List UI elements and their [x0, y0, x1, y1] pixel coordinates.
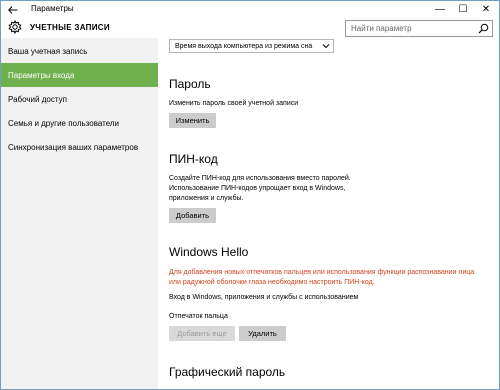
search-input[interactable] [346, 21, 476, 36]
require-signin-dropdown[interactable]: Время выхода компьютера из режима сна [169, 39, 334, 53]
pin-description-line-2: Использование ПИН-кодов упрощает вход в … [169, 185, 346, 192]
change-password-button[interactable]: Изменить [169, 113, 216, 128]
chevron-down-icon [322, 44, 330, 49]
pin-description-line-1: Создайте ПИН-код для использования вмест… [169, 175, 351, 182]
settings-header: УЧЕТНЫЕ ЗАПИСИ [1, 18, 499, 38]
windows-hello-warning-line-2: или радужной оболочки глаза необходимо н… [169, 279, 375, 286]
sidebar-item-sign-in-options[interactable]: Параметры входа [1, 63, 158, 87]
dropdown-value: Время выхода компьютера из режима сна [175, 42, 313, 50]
search-icon[interactable] [478, 23, 489, 34]
main-content: Время выхода компьютера из режима сна Па… [158, 38, 499, 389]
pin-description-line-3: приложения и службы. [169, 195, 244, 202]
picture-password-heading: Графический пароль [169, 365, 286, 379]
password-heading: Пароль [169, 77, 211, 91]
password-description: Изменить пароль своей учетной записи [169, 100, 299, 107]
maximize-button[interactable]: ☐ [452, 1, 474, 18]
windows-hello-description: Вход в Windows, приложения и службы с ис… [169, 294, 359, 301]
add-fingerprint-button[interactable]: Добавить еще [169, 326, 235, 341]
add-pin-button[interactable]: Добавить [169, 208, 216, 223]
sidebar-item-family[interactable]: Семья и другие пользователи [1, 111, 158, 135]
title-bar: Параметры — ☐ ✕ [1, 1, 499, 18]
sidebar-item-work-access[interactable]: Рабочий доступ [1, 87, 158, 111]
close-button[interactable]: ✕ [475, 1, 497, 18]
remove-fingerprint-button[interactable]: Удалить [239, 326, 286, 341]
sidebar-item-sync[interactable]: Синхронизация ваших параметров [1, 135, 158, 159]
minimize-button[interactable]: — [429, 1, 451, 18]
pin-heading: ПИН-код [169, 152, 218, 166]
gear-icon [8, 20, 22, 34]
sidebar-item-your-account[interactable]: Ваша учетная запись [1, 39, 158, 63]
window-title: Параметры [31, 4, 74, 13]
back-arrow-icon [8, 5, 18, 14]
windows-hello-heading: Windows Hello [169, 245, 249, 259]
windows-hello-warning-line-1: Для добавления новых отпечатков пальцев … [169, 269, 475, 276]
sidebar: Ваша учетная запись Параметры входа Рабо… [1, 38, 158, 389]
back-button[interactable] [4, 1, 22, 18]
settings-window: Параметры — ☐ ✕ УЧЕТНЫЕ ЗАПИСИ Ваша учет… [0, 0, 500, 390]
search-box[interactable] [345, 20, 493, 37]
fingerprint-label: Отпечаток пальца [169, 313, 228, 320]
page-title: УЧЕТНЫЕ ЗАПИСИ [30, 23, 110, 32]
